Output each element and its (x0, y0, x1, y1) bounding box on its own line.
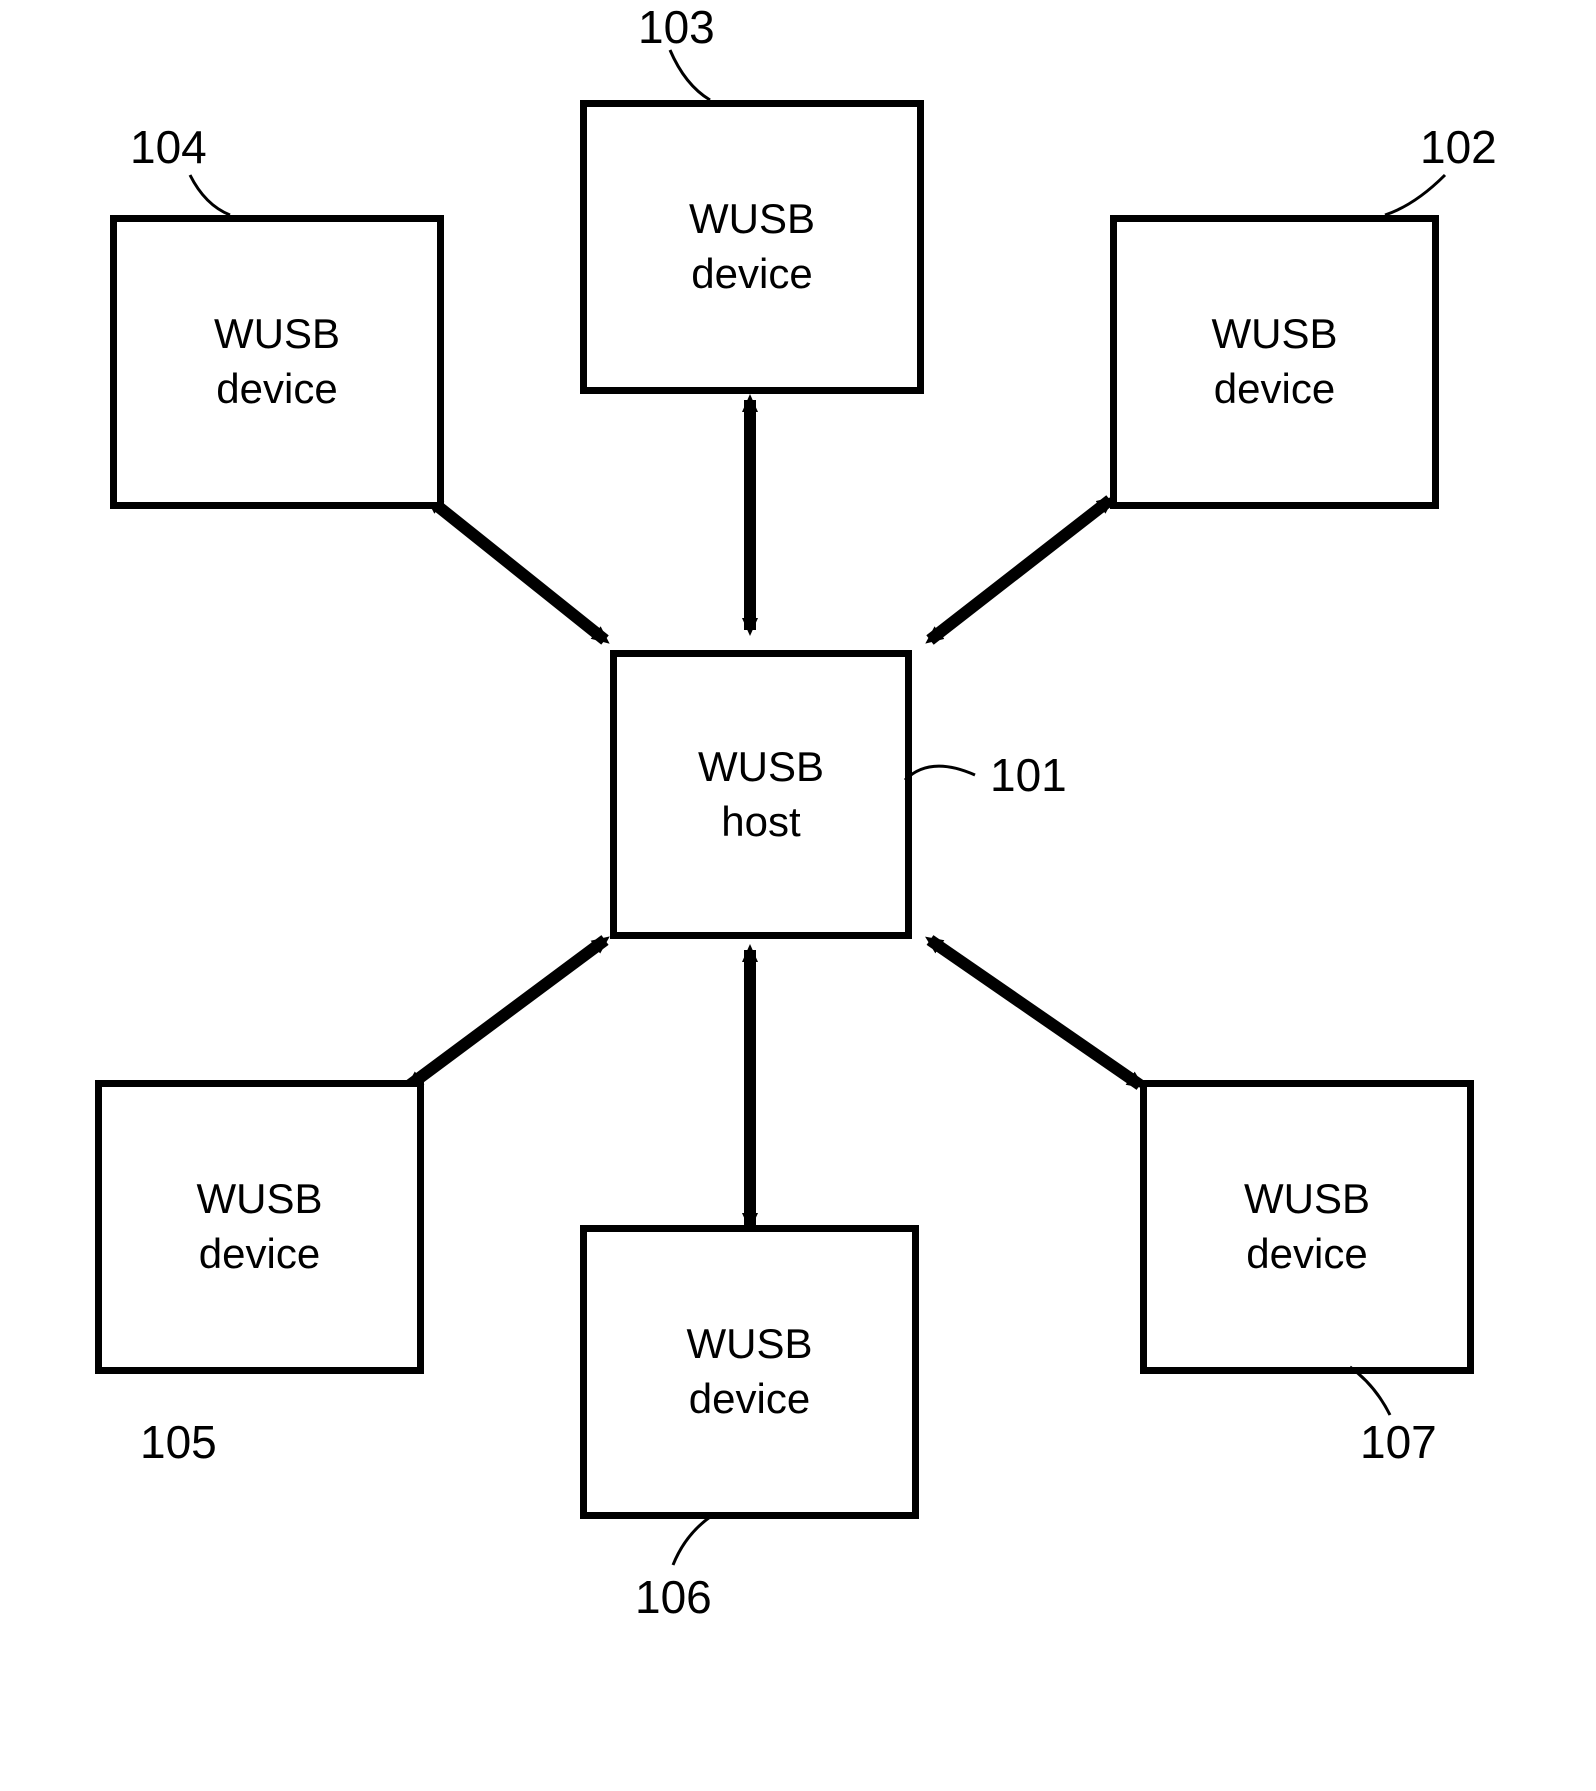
device-label-line1: WUSB (687, 1317, 813, 1372)
device-label-line2: device (1246, 1227, 1367, 1282)
wusb-device-106-box: WUSB device (580, 1225, 919, 1519)
device-label-line2: device (199, 1227, 320, 1282)
leader-103 (660, 45, 730, 105)
leader-107 (1340, 1365, 1400, 1420)
label-102: 102 (1420, 120, 1497, 174)
host-label-line1: WUSB (698, 740, 824, 795)
label-107: 107 (1360, 1415, 1437, 1469)
label-103: 103 (638, 0, 715, 54)
wusb-device-102-box: WUSB device (1110, 215, 1439, 509)
leader-106 (665, 1515, 725, 1570)
leader-104 (185, 170, 245, 220)
device-label-line1: WUSB (197, 1172, 323, 1227)
device-label-line2: device (691, 247, 812, 302)
label-106: 106 (635, 1570, 712, 1624)
label-101: 101 (990, 748, 1067, 802)
leader-101 (900, 750, 990, 800)
wusb-device-103-box: WUSB device (580, 100, 924, 394)
wusb-device-104-box: WUSB device (110, 215, 444, 509)
label-105: 105 (140, 1415, 217, 1469)
device-label-line2: device (689, 1372, 810, 1427)
device-label-line1: WUSB (689, 192, 815, 247)
device-label-line2: device (1214, 362, 1335, 417)
device-label-line1: WUSB (1212, 307, 1338, 362)
wusb-device-105-box: WUSB device (95, 1080, 424, 1374)
wusb-host-box: WUSB host (610, 650, 912, 939)
wusb-device-107-box: WUSB device (1140, 1080, 1474, 1374)
device-label-line1: WUSB (214, 307, 340, 362)
leader-102 (1380, 170, 1460, 220)
label-104: 104 (130, 120, 207, 174)
host-label-line2: host (721, 795, 800, 850)
device-label-line1: WUSB (1244, 1172, 1370, 1227)
device-label-line2: device (216, 362, 337, 417)
